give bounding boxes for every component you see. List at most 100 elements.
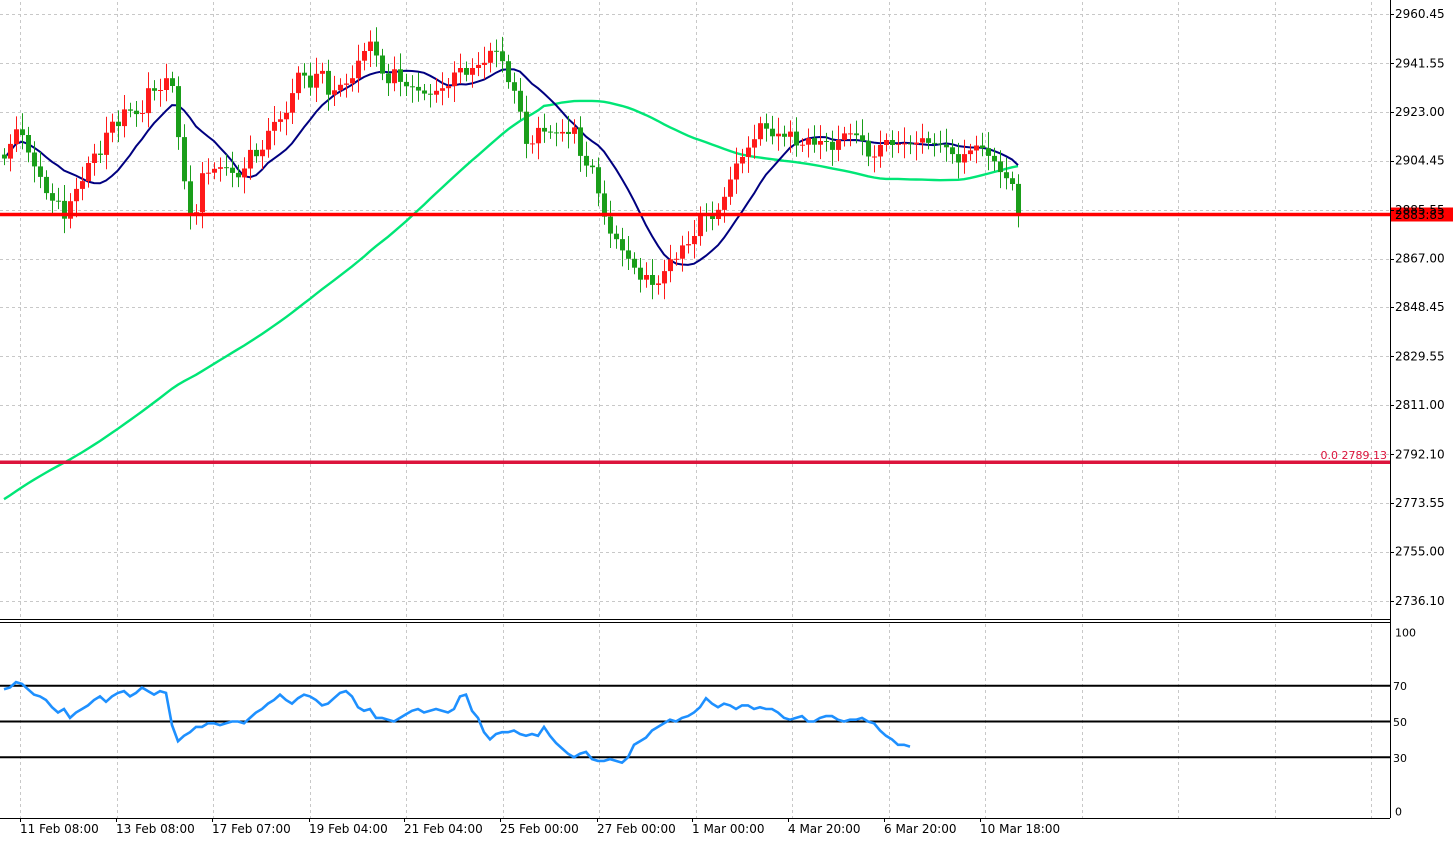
ma-long-line [3, 99, 1019, 501]
candle-body [614, 233, 619, 240]
horizontal-lines[interactable]: 0.0 2789.132883.83 [0, 207, 1453, 464]
candle-body [800, 144, 805, 146]
time-tick-label: 6 Mar 20:00 [884, 822, 957, 836]
candle-body [920, 138, 925, 143]
candle-body [80, 181, 85, 189]
candle-body [146, 88, 151, 114]
price-tick-label: 2941.55 [1395, 57, 1445, 71]
candle-body [746, 147, 751, 157]
candle-body [488, 50, 493, 63]
grid-lines [0, 2, 1390, 818]
candle-body [38, 166, 43, 177]
osc-tick-label: 100 [1395, 627, 1416, 640]
candle-body [914, 142, 919, 145]
time-tick-label: 25 Feb 00:00 [500, 822, 579, 836]
time-tick-label: 19 Feb 04:00 [309, 822, 388, 836]
candle-body [764, 123, 769, 129]
candle-body [968, 150, 973, 155]
candle-body [26, 135, 31, 153]
candle-body [878, 145, 883, 157]
candle-body [230, 167, 235, 173]
ma-short-line [3, 68, 1019, 266]
candle-body [350, 78, 355, 84]
candle-body [962, 154, 967, 163]
candle-body [20, 129, 25, 136]
osc-level-label: 70 [1393, 680, 1407, 693]
chart-svg[interactable]: 0.0 2789.132883.83 70 50 30 100 0 2960.45 294… [0, 0, 1455, 845]
candle-body [632, 258, 637, 268]
candle-body [836, 140, 841, 150]
candle-body [470, 68, 475, 75]
candle-body [710, 215, 715, 219]
candle-body [344, 83, 349, 85]
time-tick-label: 4 Mar 20:00 [788, 822, 861, 836]
price-tick-label: 2792.10 [1395, 448, 1445, 462]
candle-body [812, 138, 817, 145]
candle-body [452, 72, 457, 87]
candle-body [242, 168, 247, 178]
candle-body [182, 137, 187, 182]
price-tick-label: 2848.45 [1395, 300, 1445, 314]
candle-body [56, 200, 61, 202]
price-tick-label: 2829.55 [1395, 350, 1445, 364]
candle-body [176, 86, 181, 138]
price-tick-label: 2773.55 [1395, 496, 1445, 510]
candle-body [596, 167, 601, 194]
candle-body [866, 140, 871, 157]
candle-body [380, 55, 385, 74]
candle-body [170, 78, 175, 86]
candle-body [626, 250, 631, 259]
candle-body [2, 154, 7, 159]
candle-body [386, 73, 391, 84]
candle-body [356, 60, 361, 79]
price-tick-label: 2923.00 [1395, 105, 1445, 119]
candle-body [224, 167, 229, 169]
price-tick-label: 2960.45 [1395, 7, 1445, 21]
candle-body [218, 167, 223, 169]
candle-body [8, 143, 13, 159]
candle-body [278, 119, 283, 122]
candle-body [932, 142, 937, 144]
osc-level-label: 30 [1393, 752, 1407, 765]
candle-body [86, 163, 91, 182]
candle-body [908, 143, 913, 145]
moving-averages [3, 68, 1019, 501]
candle-body [824, 141, 829, 142]
candle-body [566, 131, 571, 134]
candle-body [554, 132, 559, 134]
candle-body [806, 138, 811, 145]
candle-body [638, 267, 643, 280]
candle-body [656, 283, 661, 285]
candle-body [536, 127, 541, 144]
candle-body [374, 41, 379, 56]
candle-body [212, 168, 217, 173]
candle-body [458, 68, 463, 73]
candle-body [938, 143, 943, 145]
fib-level-label: 0.0 2789.13 [1321, 449, 1387, 462]
candle-body [572, 127, 577, 134]
candle-body [974, 145, 979, 151]
candle-body [548, 131, 553, 133]
candle-body [284, 112, 289, 120]
candle-body [122, 109, 127, 127]
candle-body [674, 258, 679, 260]
candle-body [584, 155, 589, 166]
candle-body [902, 143, 907, 145]
candle-body [92, 153, 97, 163]
candle-body [518, 90, 523, 112]
candle-body [956, 154, 961, 163]
candle-body [266, 130, 271, 150]
candle-body [314, 73, 319, 88]
price-tick-label: 2885.55 [1395, 203, 1445, 217]
candle-body [14, 129, 19, 144]
candle-body [770, 128, 775, 137]
candle-body [416, 86, 421, 91]
candle-body [644, 275, 649, 280]
candle-body [698, 214, 703, 237]
price-tick-label: 2755.00 [1395, 545, 1445, 559]
time-tick-label: 27 Feb 00:00 [597, 822, 676, 836]
price-tick-label: 2867.00 [1395, 252, 1445, 266]
candle-body [830, 141, 835, 150]
candle-body [872, 156, 877, 158]
candle-body [134, 110, 139, 115]
